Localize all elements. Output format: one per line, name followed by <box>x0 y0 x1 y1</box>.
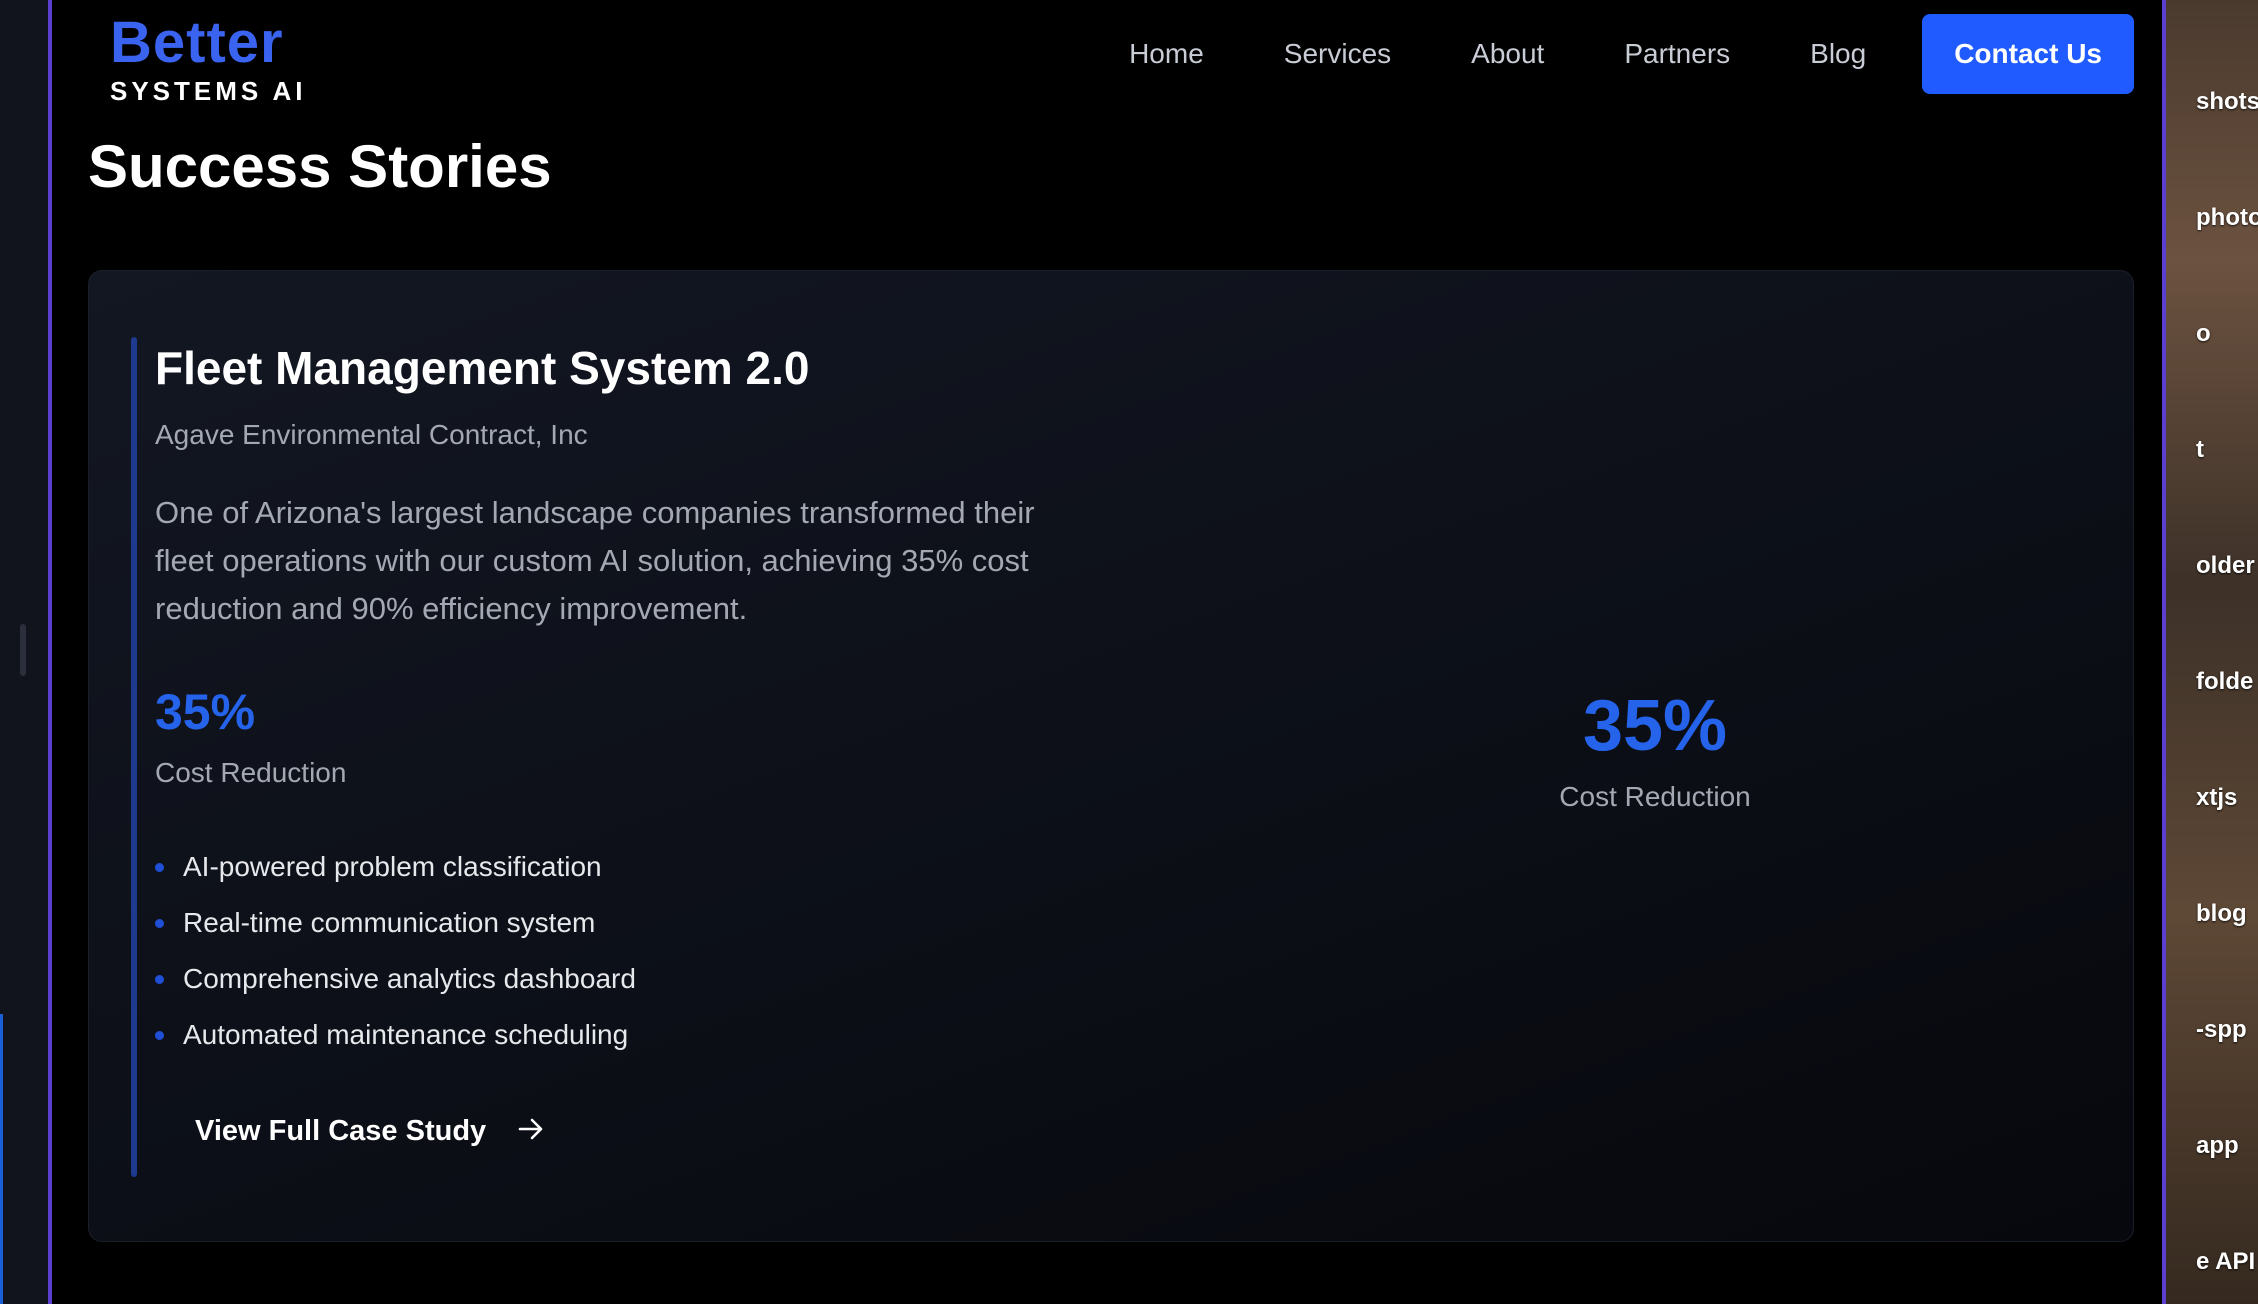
highlight-stat-value: 35% <box>1582 686 1728 766</box>
logo-wordmark: Better <box>110 10 284 75</box>
desktop-folder-label[interactable]: older <box>2196 552 2255 580</box>
desktop-folder-label[interactable]: xtjs <box>2196 784 2237 812</box>
feature-item: Comprehensive analytics dashboard <box>155 951 636 1007</box>
feature-text: Comprehensive analytics dashboard <box>183 963 636 994</box>
bullet-dot-icon <box>155 919 164 928</box>
nav-link-blog[interactable]: Blog <box>1810 38 1866 70</box>
nav-link-partners[interactable]: Partners <box>1624 38 1730 70</box>
main-nav: Home Services About Partners Blog Contac… <box>1049 14 2134 94</box>
bullet-dot-icon <box>155 1031 164 1040</box>
view-case-study-link[interactable]: View Full Case Study <box>195 1115 544 1148</box>
desktop-folder-label[interactable]: shots <box>2196 88 2258 116</box>
arrow-right-icon <box>518 1115 544 1148</box>
desktop-folder-label[interactable]: blog <box>2196 900 2247 928</box>
page-title: Success Stories <box>88 133 552 200</box>
feature-text: Automated maintenance scheduling <box>183 1019 629 1050</box>
case-study-link-label: View Full Case Study <box>195 1115 487 1147</box>
card-accent-bar <box>131 337 137 1177</box>
bullet-dot-icon <box>155 863 164 872</box>
browser-window: Better SYSTEMS AI Home Services About Pa… <box>48 0 2166 1304</box>
desktop-folder-label[interactable]: e API <box>2196 1248 2255 1276</box>
site-logo[interactable]: Better SYSTEMS AI <box>110 14 307 107</box>
nav-link-about[interactable]: About <box>1471 38 1544 70</box>
feature-item: Real-time communication system <box>155 895 636 951</box>
stat-value: 35% <box>155 684 256 740</box>
feature-item: Automated maintenance scheduling <box>155 1007 636 1063</box>
desktop-folder-label[interactable]: o <box>2196 320 2211 348</box>
background-accent-line <box>0 1014 3 1304</box>
feature-text: Real-time communication system <box>183 907 596 938</box>
feature-item: AI-powered problem classification <box>155 839 636 895</box>
background-left-strip <box>0 0 48 1304</box>
feature-list: AI-powered problem classification Real-t… <box>155 839 636 1063</box>
desktop-background: shots photo o t older folde xtjs blog -s… <box>2166 0 2258 1304</box>
stat-label: Cost Reduction <box>155 757 347 788</box>
logo-subtitle: SYSTEMS AI <box>110 76 307 106</box>
desktop-folder-label[interactable]: folde <box>2196 668 2253 696</box>
desktop-folder-label[interactable]: photo <box>2196 204 2258 232</box>
case-study-company: Agave Environmental Contract, Inc <box>155 419 588 450</box>
window-resize-handle[interactable] <box>20 624 26 676</box>
highlight-stat-label: Cost Reduction <box>1559 781 1751 812</box>
contact-us-button[interactable]: Contact Us <box>1922 14 2134 94</box>
desktop-folder-label[interactable]: t <box>2196 436 2204 464</box>
nav-link-services[interactable]: Services <box>1284 38 1391 70</box>
desktop-folder-label[interactable]: app <box>2196 1132 2239 1160</box>
feature-text: AI-powered problem classification <box>183 851 602 882</box>
case-study-description: One of Arizona's largest landscape compa… <box>155 495 1035 626</box>
highlight-stat: 35% Cost Reduction <box>1465 685 1845 813</box>
case-study-card: Fleet Management System 2.0 Agave Enviro… <box>88 270 2134 1242</box>
bullet-dot-icon <box>155 975 164 984</box>
case-study-title: Fleet Management System 2.0 <box>155 342 810 394</box>
nav-link-home[interactable]: Home <box>1129 38 1204 70</box>
desktop-folder-label[interactable]: -spp <box>2196 1016 2247 1044</box>
